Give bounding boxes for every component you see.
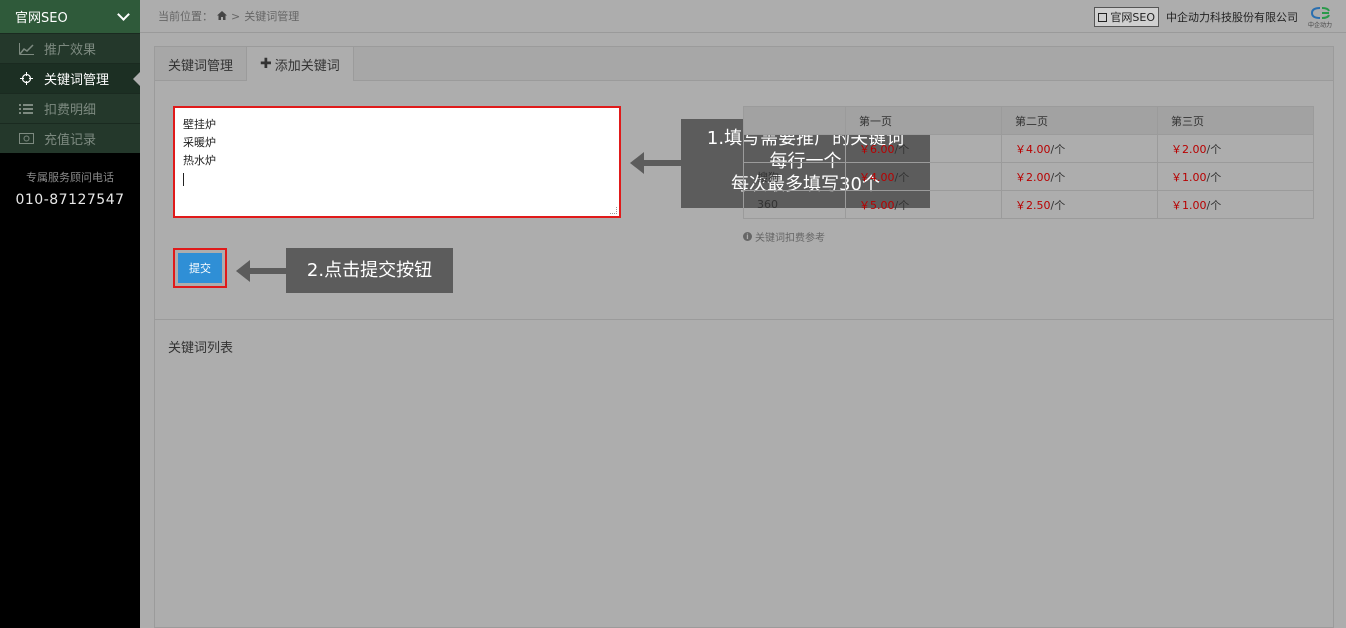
- sidebar-item-billing[interactable]: 扣费明细: [0, 93, 140, 123]
- money-icon: [18, 132, 34, 146]
- sidebar-brand[interactable]: 官网SEO: [0, 0, 140, 33]
- price-unit: /个: [1206, 198, 1222, 212]
- top-bar: 当前位置： > 关键词管理 官网SEO 中企动力科技股份有限公司 中企动力: [140, 0, 1346, 33]
- breadcrumb-prefix: 当前位置：: [158, 10, 213, 23]
- table-row: ￥6.00/个 ￥4.00/个 ￥2.00/个: [743, 134, 1314, 163]
- info-icon: i: [743, 232, 752, 241]
- tab-label: 添加关键词: [274, 58, 340, 74]
- table-header-row: 第一页 第二页 第三页: [743, 106, 1314, 135]
- pricing-reference-note: i 关键词扣费参考: [743, 229, 825, 244]
- price-amount: ￥4.00: [1015, 142, 1051, 156]
- badge-icon: [1098, 12, 1108, 22]
- service-phone: 010-87127547: [15, 192, 125, 208]
- top-right: 官网SEO 中企动力科技股份有限公司 中企动力: [1094, 5, 1334, 29]
- service-label: 专属服务顾问电话: [26, 171, 114, 184]
- company-logo: 中企动力: [1306, 5, 1334, 29]
- price-unit: /个: [1050, 170, 1066, 184]
- keyword-line: 采暖炉: [183, 136, 216, 149]
- column-header: 第三页: [1157, 106, 1314, 135]
- price-amount: ￥5.00: [859, 198, 895, 212]
- engine-cell: [743, 134, 846, 163]
- sidebar-item-label: 推广效果: [44, 43, 97, 58]
- section-divider: [155, 319, 1333, 320]
- price-unit: /个: [1050, 198, 1066, 212]
- sidebar-item-keywords[interactable]: 关键词管理: [0, 63, 140, 93]
- home-icon[interactable]: [217, 10, 227, 23]
- price-unit: /个: [894, 142, 910, 156]
- logo-text: 中企动力: [1308, 21, 1332, 29]
- column-header: 第二页: [1001, 106, 1158, 135]
- price-cell: ￥6.00/个: [845, 134, 1002, 163]
- callout-step2: 2.点击提交按钮: [286, 248, 453, 293]
- sidebar-item-label: 关键词管理: [44, 73, 110, 88]
- service-contact: 专属服务顾问电话 010-87127547: [0, 153, 140, 208]
- price-cell: ￥2.00/个: [1157, 134, 1314, 163]
- arrow-left-icon: [630, 152, 681, 174]
- price-amount: ￥2.50: [1015, 198, 1051, 212]
- price-cell: ￥5.00/个: [845, 190, 1002, 219]
- keyword-list-title: 关键词列表: [168, 341, 234, 356]
- price-unit: /个: [894, 170, 910, 184]
- tab-bar: 关键词管理 ✚ 添加关键词: [155, 47, 1333, 81]
- price-unit: /个: [894, 198, 910, 212]
- badge-label: 官网SEO: [1110, 11, 1155, 24]
- chevron-down-icon[interactable]: [117, 7, 130, 21]
- list-icon: [18, 102, 34, 116]
- keyword-textarea[interactable]: 壁挂炉 采暖炉 热水炉: [173, 106, 621, 218]
- sidebar-item-promotion[interactable]: 推广效果: [0, 33, 140, 63]
- sidebar-item-recharge[interactable]: 充值记录: [0, 123, 140, 153]
- arrow-left-icon: [236, 260, 286, 282]
- tab-label: 关键词管理: [168, 58, 234, 74]
- plus-icon: ✚: [260, 56, 272, 72]
- price-unit: /个: [1050, 142, 1066, 156]
- price-cell: ￥4.00/个: [1001, 134, 1158, 163]
- breadcrumb-separator: >: [231, 9, 241, 23]
- price-cell: ￥1.00/个: [1157, 190, 1314, 219]
- price-table: 第一页 第二页 第三页 ￥6.00/个 ￥4.00/个 ￥2.00/个 搜狗 ￥…: [743, 106, 1314, 219]
- company-name: 中企动力科技股份有限公司: [1166, 11, 1298, 24]
- main-panel: 关键词管理 ✚ 添加关键词 壁挂炉 采暖炉 热水炉 1.填写需要推广的关键词 每…: [154, 46, 1334, 628]
- price-amount: ￥2.00: [1015, 170, 1051, 184]
- sidebar-item-label: 扣费明细: [44, 103, 97, 118]
- crosshair-icon: [18, 72, 34, 86]
- product-badge[interactable]: 官网SEO: [1094, 7, 1159, 27]
- price-amount: ￥1.00: [1171, 170, 1207, 184]
- price-amount: ￥6.00: [859, 142, 895, 156]
- sidebar: 官网SEO 推广效果 关键词管理 扣费明细 充值记录 专属服务顾问电话 010-…: [0, 0, 140, 628]
- sidebar-menu: 推广效果 关键词管理 扣费明细 充值记录: [0, 33, 140, 153]
- price-cell: ￥1.00/个: [1157, 162, 1314, 191]
- price-cell: ￥2.50/个: [1001, 190, 1158, 219]
- price-unit: /个: [1206, 170, 1222, 184]
- tab-add-keyword[interactable]: ✚ 添加关键词: [247, 47, 354, 81]
- column-header: [743, 106, 846, 135]
- text-caret: [183, 172, 184, 186]
- tab-keyword-management[interactable]: 关键词管理: [155, 47, 248, 81]
- brand-title: 官网SEO: [15, 11, 68, 26]
- breadcrumb-current: 关键词管理: [244, 10, 300, 23]
- submit-button[interactable]: 提交: [178, 253, 222, 283]
- price-amount: ￥1.00: [1171, 198, 1207, 212]
- submit-highlight: 提交: [173, 248, 227, 288]
- note-text: 关键词扣费参考: [755, 233, 825, 244]
- price-amount: ￥4.00: [859, 170, 895, 184]
- engine-cell: 360: [743, 190, 846, 219]
- table-row: 搜狗 ￥4.00/个 ￥2.00/个 ￥1.00/个: [743, 162, 1314, 191]
- column-header: 第一页: [845, 106, 1002, 135]
- table-row: 360 ￥5.00/个 ￥2.50/个 ￥1.00/个: [743, 190, 1314, 219]
- engine-cell: 搜狗: [743, 162, 846, 191]
- resize-handle[interactable]: [610, 207, 617, 214]
- price-cell: ￥2.00/个: [1001, 162, 1158, 191]
- price-cell: ￥4.00/个: [845, 162, 1002, 191]
- price-amount: ￥2.00: [1171, 142, 1207, 156]
- keyword-line: 壁挂炉: [183, 118, 216, 131]
- line-chart-icon: [18, 42, 34, 56]
- sidebar-item-label: 充值记录: [44, 133, 97, 148]
- keyword-line: 热水炉: [183, 154, 216, 167]
- price-unit: /个: [1206, 142, 1222, 156]
